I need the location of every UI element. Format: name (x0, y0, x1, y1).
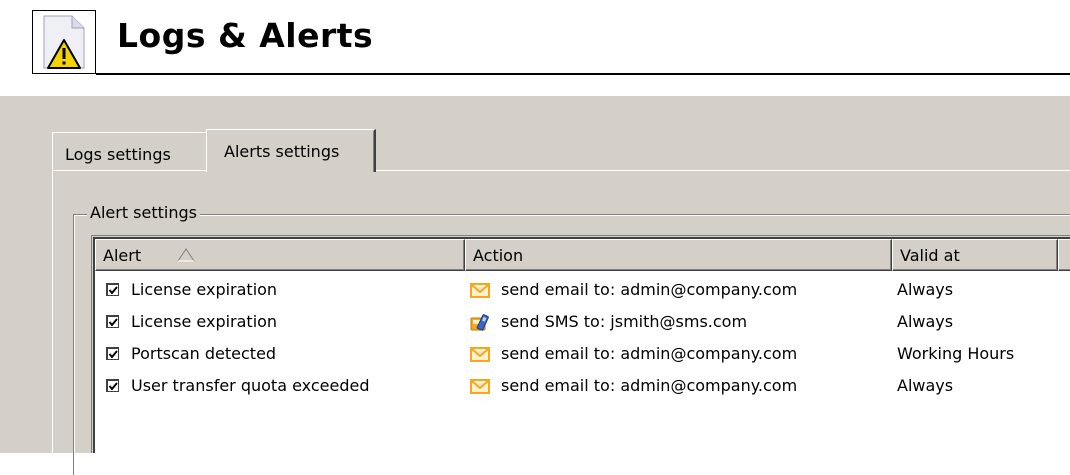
title-divider (96, 73, 1070, 75)
column-header-valid-at-label: Valid at (900, 246, 960, 265)
page-title: Logs & Alerts (117, 16, 374, 55)
sort-ascending-icon (177, 248, 195, 262)
column-header-action-label: Action (473, 246, 524, 265)
tab-logs-settings[interactable]: Logs settings (52, 132, 207, 171)
tab-alerts-settings-label: Alerts settings (224, 142, 340, 161)
email-icon (470, 379, 490, 394)
groupbox-legend: Alert settings (87, 203, 200, 223)
table-row[interactable]: User transfer quota exceeded send email … (95, 376, 1070, 410)
page-header: Logs & Alerts (0, 0, 1070, 96)
alerts-listview[interactable]: Alert Action Valid at License expiration (93, 237, 1070, 453)
column-header-action[interactable]: Action (465, 239, 892, 271)
cell-valid-at: Always (897, 280, 954, 299)
table-row[interactable]: License expiration send email to: admin@… (95, 280, 1070, 314)
tab-body-top-edge (52, 170, 1070, 171)
email-icon (470, 347, 490, 362)
column-header-alert[interactable]: Alert (95, 239, 465, 271)
cell-valid-at: Always (897, 376, 954, 395)
tab-body-left-edge (52, 170, 53, 453)
cell-valid-at: Working Hours (897, 344, 1015, 363)
cell-action: send SMS to: jsmith@sms.com (501, 312, 748, 331)
column-header-extra[interactable] (1058, 239, 1070, 271)
tab-alerts-settings[interactable]: Alerts settings (206, 129, 376, 172)
cell-action: send email to: admin@company.com (501, 376, 798, 395)
table-row[interactable]: License expiration send SMS to: jsmith@s… (95, 312, 1070, 346)
cell-alert: Portscan detected (131, 344, 277, 363)
table-row[interactable]: Portscan detected send email to: admin@c… (95, 344, 1070, 378)
cell-action: send email to: admin@company.com (501, 344, 798, 363)
email-icon (470, 283, 490, 298)
column-header-alert-label: Alert (103, 246, 142, 265)
row-checkbox[interactable] (106, 315, 119, 328)
cell-alert: License expiration (131, 280, 278, 299)
cell-action: send email to: admin@company.com (501, 280, 798, 299)
row-checkbox[interactable] (106, 347, 119, 360)
cell-alert: User transfer quota exceeded (131, 376, 370, 395)
cell-alert: License expiration (131, 312, 278, 331)
row-checkbox[interactable] (106, 283, 119, 296)
sms-phone-icon (470, 314, 489, 331)
warning-document-icon (32, 10, 96, 74)
cell-valid-at: Always (897, 312, 954, 331)
column-header-valid-at[interactable]: Valid at (892, 239, 1058, 271)
row-checkbox[interactable] (106, 379, 119, 392)
tab-logs-settings-label: Logs settings (65, 145, 171, 164)
settings-panel: Logs settings Alerts settings Alert sett… (0, 96, 1070, 475)
